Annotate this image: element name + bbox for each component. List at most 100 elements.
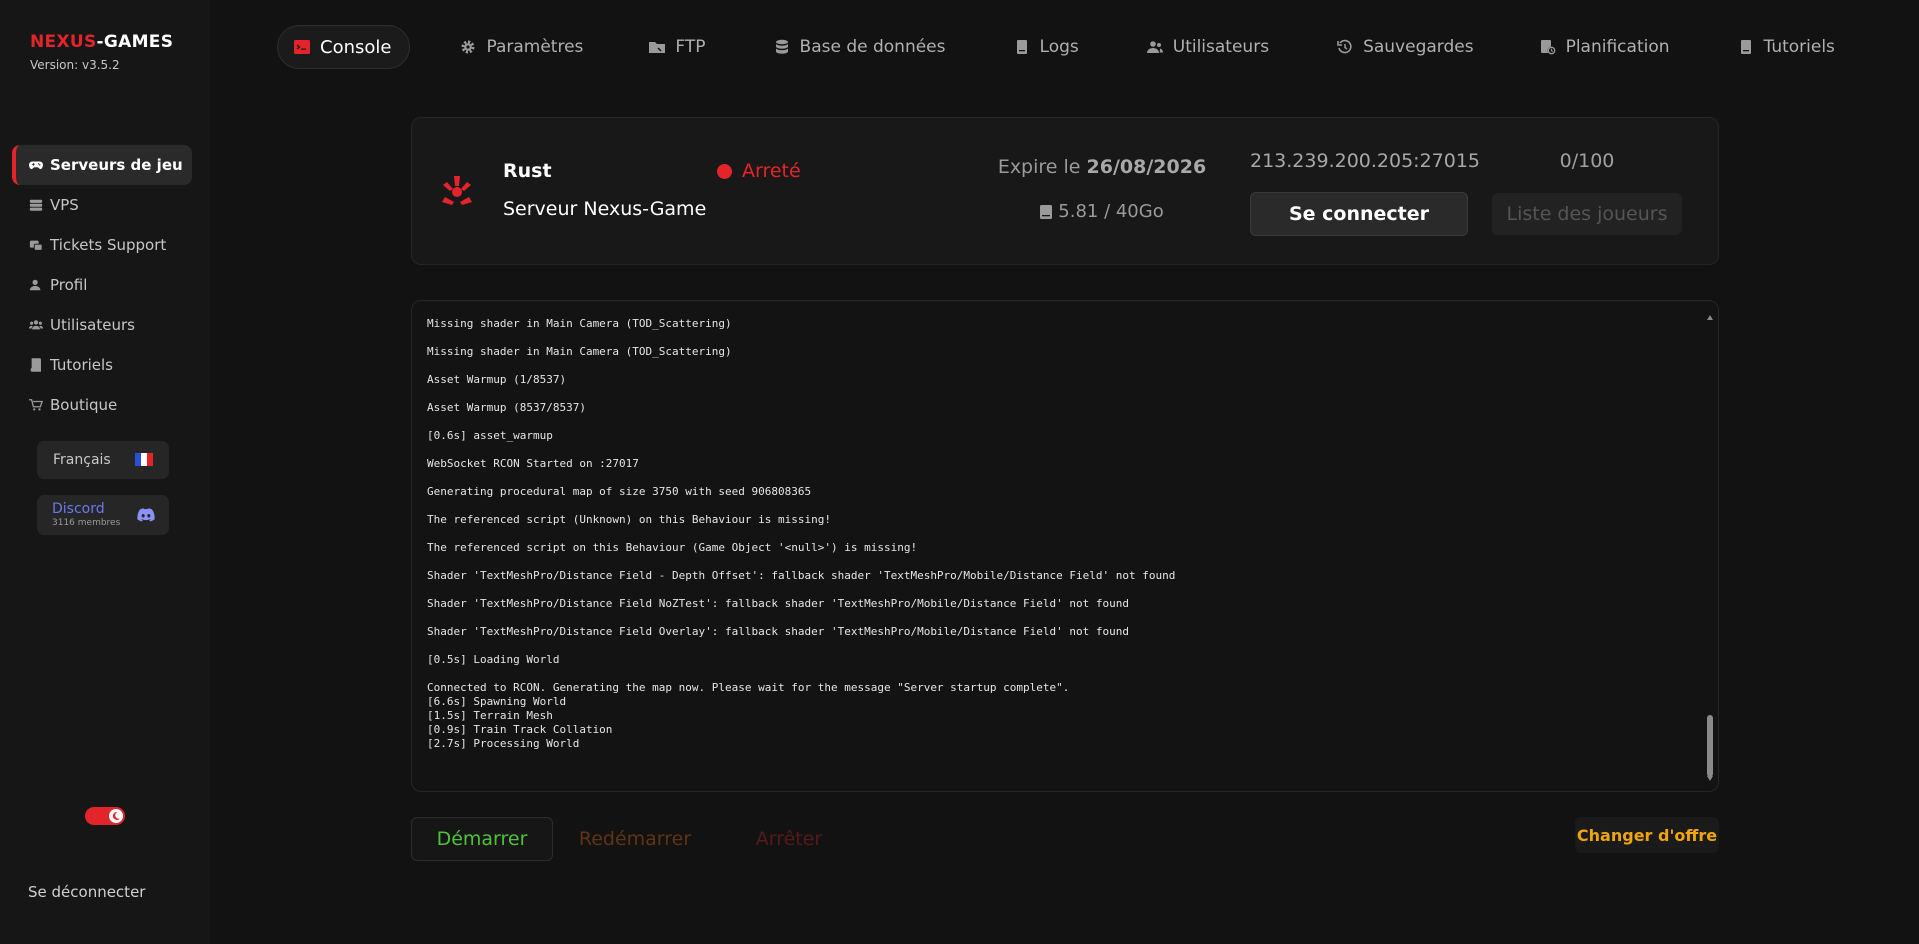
console-lines: Missing shader in Main Camera (TOD_Scatt… <box>427 317 1688 751</box>
tab-label: Tutoriels <box>1763 37 1835 57</box>
tab-base-de-donnees[interactable]: Base de données <box>774 25 946 69</box>
tab-label: FTP <box>675 37 706 57</box>
status-dot-icon <box>717 163 732 179</box>
discord-button[interactable]: Discord 3116 membres <box>37 495 169 535</box>
console-line: Shader 'TextMeshPro/Distance Field NoZTe… <box>427 597 1129 610</box>
book-icon <box>1738 39 1754 55</box>
logs-icon <box>1014 39 1030 55</box>
tab-logs[interactable]: Logs <box>1014 25 1079 69</box>
tab-tutoriels[interactable]: Tutoriels <box>1738 25 1835 69</box>
sidebar: NEXUS-GAMES Version: v3.5.2 Serveurs de … <box>0 0 210 944</box>
sidebar-item-serveurs-de-jeu[interactable]: Serveurs de jeu <box>12 145 192 185</box>
sidebar-item-vps[interactable]: VPS <box>12 185 192 225</box>
tab-console[interactable]: Console <box>277 25 411 69</box>
console-icon <box>294 39 310 55</box>
folder-icon <box>649 39 666 55</box>
sidebar-item-profil[interactable]: Profil <box>12 265 192 305</box>
expiration-date: Expire le 26/08/2026 <box>997 156 1207 178</box>
tab-label: Logs <box>1039 37 1079 57</box>
app-version: Version: v3.5.2 <box>30 58 120 72</box>
status-badge: Arreté <box>717 160 801 182</box>
console-line: The referenced script on this Behaviour … <box>427 541 918 554</box>
console-scrollbar[interactable] <box>1706 315 1714 781</box>
sidebar-item-boutique[interactable]: Boutique <box>12 385 192 425</box>
console-line: [0.5s] Loading World <box>427 653 560 666</box>
logout-link[interactable]: Se déconnecter <box>28 883 145 901</box>
gamepad-icon <box>28 157 44 173</box>
tab-label: Utilisateurs <box>1172 37 1270 57</box>
tab-ftp[interactable]: FTP <box>649 25 706 69</box>
tab-planification[interactable]: Planification <box>1540 25 1670 69</box>
language-label: Français <box>53 452 111 468</box>
console-line: [0.6s] asset_warmup <box>427 429 553 442</box>
sidebar-item-tickets-support[interactable]: Tickets Support <box>12 225 192 265</box>
database-icon <box>774 39 790 55</box>
sidebar-item-label: Utilisateurs <box>50 316 135 334</box>
server-icon <box>28 197 44 213</box>
language-selector[interactable]: Français <box>37 441 169 479</box>
sidebar-item-label: Tutoriels <box>50 356 113 374</box>
sidebar-item-label: Boutique <box>50 396 118 414</box>
moon-icon <box>109 809 123 823</box>
console-line: Missing shader in Main Camera (TOD_Scatt… <box>427 345 732 358</box>
book-icon <box>28 357 44 373</box>
tab-sauvegardes[interactable]: Sauvegardes <box>1337 25 1474 69</box>
status-label: Arreté <box>742 160 801 182</box>
console-output[interactable]: Missing shader in Main Camera (TOD_Scatt… <box>411 300 1719 792</box>
ticket-icon <box>28 237 44 253</box>
console-line: Asset Warmup (1/8537) <box>427 373 567 386</box>
cart-icon <box>28 397 44 413</box>
sidebar-item-label: Tickets Support <box>50 236 167 254</box>
connect-button[interactable]: Se connecter <box>1250 192 1468 236</box>
storage-usage: 5.81 / 40Go <box>982 201 1222 222</box>
users-icon <box>28 317 44 333</box>
restart-button[interactable]: Redémarrer <box>571 817 699 861</box>
start-button[interactable]: Démarrer <box>411 817 553 861</box>
console-line: [2.7s] Processing World <box>427 737 580 750</box>
server-ip[interactable]: 213.239.200.205:27015 <box>1250 150 1480 172</box>
tab-label: Console <box>320 36 392 58</box>
server-name: Serveur Nexus-Game <box>503 198 707 220</box>
brand-logo[interactable]: NEXUS-GAMES <box>30 32 173 52</box>
sidebar-nav: Serveurs de jeu VPS Tickets Support Prof… <box>12 145 192 425</box>
console-line: Generating procedural map of size 3750 w… <box>427 485 812 498</box>
scroll-up-icon[interactable] <box>1707 315 1713 320</box>
theme-toggle[interactable] <box>85 807 125 825</box>
scroll-thumb[interactable] <box>1707 715 1713 777</box>
console-line: Shader 'TextMeshPro/Distance Field Overl… <box>427 625 1129 638</box>
top-tabs: Console Paramètres FTP Base de données L… <box>277 24 1835 70</box>
tab-label: Planification <box>1565 37 1670 57</box>
tab-label: Sauvegardes <box>1363 37 1474 57</box>
sidebar-item-label: VPS <box>50 196 79 214</box>
tab-label: Base de données <box>799 37 946 57</box>
tab-utilisateurs[interactable]: Utilisateurs <box>1146 25 1270 69</box>
game-name: Rust <box>503 160 552 182</box>
france-flag-icon <box>135 453 153 466</box>
storage-icon <box>1040 204 1053 219</box>
brand: NEXUS-GAMES Version: v3.5.2 <box>30 32 173 72</box>
scroll-down-icon[interactable] <box>1707 776 1713 781</box>
console-line: Shader 'TextMeshPro/Distance Field - Dep… <box>427 569 1176 582</box>
console-line: [0.9s] Train Track Collation <box>427 723 613 736</box>
console-line: Missing shader in Main Camera (TOD_Scatt… <box>427 317 732 330</box>
players-list-button[interactable]: Liste des joueurs <box>1492 193 1682 235</box>
change-offer-button[interactable]: Changer d'offre <box>1575 817 1719 853</box>
player-count: 0/100 <box>1559 150 1615 172</box>
backup-icon <box>1337 39 1353 55</box>
stop-button[interactable]: Arrêter <box>724 817 854 861</box>
sidebar-item-tutoriels[interactable]: Tutoriels <box>12 345 192 385</box>
console-line: The referenced script (Unknown) on this … <box>427 513 831 526</box>
gear-icon <box>460 39 476 55</box>
console-line: WebSocket RCON Started on :27017 <box>427 457 639 470</box>
discord-icon <box>137 508 155 522</box>
console-line: Connected to RCON. Generating the map no… <box>427 681 1070 694</box>
tab-parametres[interactable]: Paramètres <box>460 25 583 69</box>
users-icon <box>1146 39 1163 55</box>
tab-label: Paramètres <box>486 37 584 57</box>
console-line: Asset Warmup (8537/8537) <box>427 401 586 414</box>
schedule-icon <box>1540 39 1556 55</box>
sidebar-item-utilisateurs[interactable]: Utilisateurs <box>12 305 192 345</box>
console-line: [1.5s] Terrain Mesh <box>427 709 553 722</box>
server-card: Rust Serveur Nexus-Game Arreté Expire le… <box>411 117 1719 265</box>
console-line: [6.6s] Spawning World <box>427 695 567 708</box>
